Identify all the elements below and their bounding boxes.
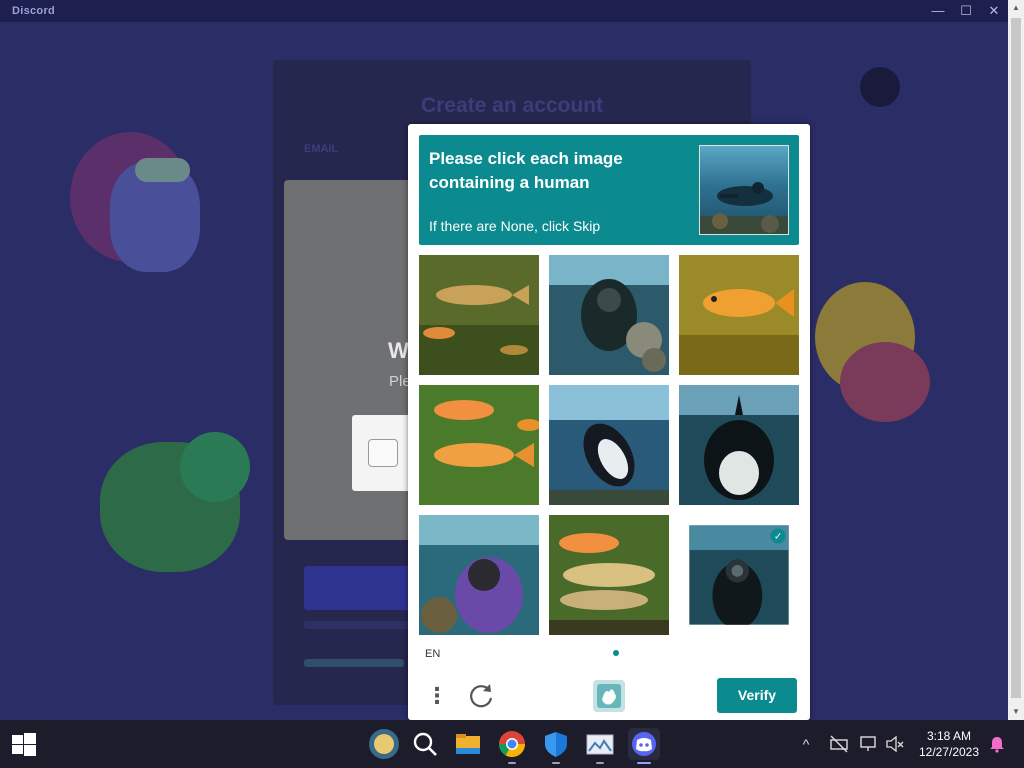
illustration-monster-head — [180, 432, 250, 502]
image-grid: ✓ — [419, 255, 799, 635]
prompt-text: Please click each image containing a hum… — [429, 149, 623, 192]
defender-running-indicator — [552, 762, 560, 764]
page-indicator — [613, 650, 619, 656]
discord-icon[interactable] — [628, 728, 660, 764]
more-options-button[interactable]: ⋮ — [426, 682, 448, 710]
image-tile-penguin[interactable] — [549, 385, 669, 505]
language-selector[interactable]: EN — [425, 648, 440, 660]
refresh-icon[interactable] — [466, 681, 496, 711]
shell-icon[interactable] — [368, 728, 400, 760]
file-explorer-icon[interactable] — [452, 728, 484, 760]
scroll-down-icon[interactable]: ▼ — [1008, 704, 1024, 720]
captcha-challenge: Please click each image containing a hum… — [408, 124, 810, 720]
illustration-pink-creature — [840, 342, 930, 422]
display-icon[interactable] — [858, 734, 880, 754]
image-tile-fish-3[interactable] — [419, 385, 539, 505]
title-bar: Discord — ☐ ✕ — [0, 0, 1008, 22]
minimize-button[interactable]: — — [924, 1, 952, 21]
chrome-icon[interactable] — [496, 728, 528, 764]
scroll-thumb[interactable] — [1011, 18, 1021, 698]
example-image — [699, 145, 789, 235]
clock-date: 12/27/2023 — [918, 745, 980, 759]
verify-button[interactable]: Verify — [717, 678, 797, 713]
photos-running-indicator — [596, 762, 604, 764]
challenge-prompt: Please click each image containing a hum… — [419, 135, 799, 245]
clock-time: 3:18 AM — [926, 729, 972, 743]
image-tile-diver-3[interactable]: ✓ — [689, 525, 789, 625]
illustration-speech-bubble — [135, 158, 190, 182]
network-offline-icon[interactable] — [828, 734, 850, 754]
illustration-eye — [860, 67, 900, 107]
volume-muted-icon[interactable] — [884, 734, 906, 754]
defender-icon[interactable] — [540, 728, 572, 764]
email-label: EMAIL — [304, 143, 339, 155]
app-title: Discord — [12, 5, 56, 17]
start-icon[interactable] — [8, 728, 40, 760]
login-link[interactable] — [304, 659, 404, 667]
close-button[interactable]: ✕ — [980, 1, 1008, 21]
search-icon[interactable] — [409, 728, 441, 760]
image-tile-fish-1[interactable] — [419, 255, 539, 375]
image-tile-fish-4[interactable] — [549, 515, 669, 635]
system-clock[interactable]: 3:18 AM 12/27/2023 — [914, 728, 984, 760]
image-tile-diver-2[interactable] — [419, 515, 539, 635]
image-tile-fish-2[interactable] — [679, 255, 799, 375]
image-tile-orca[interactable] — [679, 385, 799, 505]
discord-running-indicator — [637, 762, 651, 764]
hcaptcha-logo-icon — [591, 678, 627, 714]
captcha-checkbox[interactable] — [368, 439, 398, 467]
taskbar: ^ 3:18 AM 12/27/2023 — [0, 720, 1024, 768]
scrollbar[interactable]: ▲ ▼ — [1008, 0, 1024, 720]
image-tile-diver-1[interactable] — [549, 255, 669, 375]
scroll-up-icon[interactable]: ▲ — [1008, 0, 1024, 16]
maximize-button[interactable]: ☐ — [952, 1, 980, 21]
tray-chevron-icon[interactable]: ^ — [795, 734, 817, 754]
modal-heading: W — [388, 338, 409, 363]
photos-icon[interactable] — [584, 728, 616, 764]
prompt-subtext: If there are None, click Skip — [429, 218, 601, 234]
notification-bell-icon[interactable] — [986, 734, 1008, 754]
register-title: Create an account — [420, 94, 604, 117]
chrome-running-indicator — [508, 762, 516, 764]
selected-check-icon: ✓ — [770, 528, 786, 544]
